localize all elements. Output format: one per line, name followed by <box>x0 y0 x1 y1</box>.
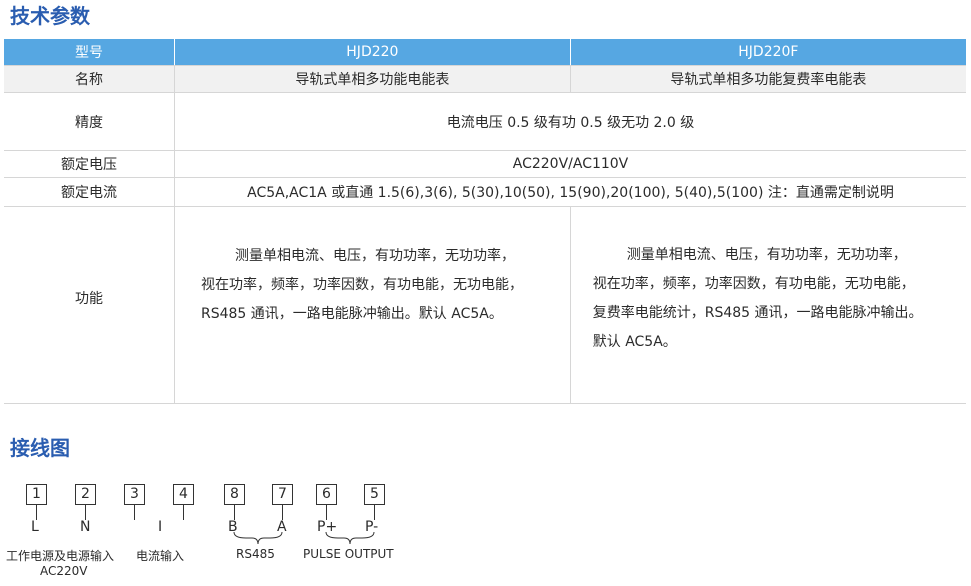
rs485-brace <box>233 531 283 545</box>
current-label: 额定电流 <box>4 177 175 207</box>
terminal-5: 5 <box>364 484 385 505</box>
voltage-row: 额定电压 AC220V/AC110V <box>4 150 966 178</box>
wire-7 <box>282 504 283 520</box>
terminal-4: 4 <box>173 484 194 505</box>
accuracy-label: 精度 <box>4 92 175 151</box>
function-col2-line3: 复费率电能统计，RS485 通讯，一路电能脉冲输出。 <box>592 305 923 321</box>
wire-4 <box>183 504 184 520</box>
terminal-3: 3 <box>124 484 145 505</box>
name-col2: 导轨式单相多功能复费率电能表 <box>570 65 966 93</box>
wire-5 <box>374 504 375 520</box>
wiring-section-title: 接线图 <box>10 436 70 460</box>
model-hjd220f: HJD220F <box>570 39 966 66</box>
pulse-output-label: PULSE OUTPUT <box>303 547 394 561</box>
voltage-label: 额定电压 <box>4 150 175 178</box>
function-col1-line3: RS485 通讯，一路电能脉冲输出。默认 AC5A。 <box>201 305 503 322</box>
rs485-label: RS485 <box>236 547 275 561</box>
function-row: 功能 测量单相电流、电压，有功功率，无功功率， 视在功率，频率，功率因数，有功电… <box>4 206 966 404</box>
accuracy-row: 精度 电流电压 0.5 级有功 0.5 级无功 2.0 级 <box>4 92 966 151</box>
function-col2-line4: 默认 AC5A。 <box>592 334 677 350</box>
table-header-row: 型号 HJD220 HJD220F <box>4 39 966 66</box>
function-label: 功能 <box>4 206 175 404</box>
function-col2-line1: 测量单相电流、电压，有功功率，无功功率， <box>626 247 907 263</box>
wiring-diagram: 1 2 3 4 8 7 6 5 L N I B A P+ P- 工作电源及电源输… <box>0 480 971 586</box>
model-label: 型号 <box>4 39 175 66</box>
terminal-6: 6 <box>316 484 337 505</box>
current-input-label: 电流输入 <box>136 549 185 563</box>
wire-3 <box>134 504 135 520</box>
function-col1-line1: 测量单相电流、电压，有功功率，无功功率， <box>235 247 515 264</box>
function-col2: 测量单相电流、电压，有功功率，无功功率， 视在功率，频率，功率因数，有功电能，无… <box>570 206 966 404</box>
terminal-7: 7 <box>272 484 293 505</box>
wire-8 <box>234 504 235 520</box>
wire-1 <box>36 504 37 520</box>
function-col1-line2: 视在功率，频率，功率因数，有功电能，无功电能， <box>201 276 523 293</box>
accuracy-value: 电流电压 0.5 级有功 0.5 级无功 2.0 级 <box>174 92 966 151</box>
spec-table: 型号 HJD220 HJD220F 名称 导轨式单相多功能电能表 导轨式单相多功… <box>4 39 966 404</box>
name-col1: 导轨式单相多功能电能表 <box>174 65 571 93</box>
terminal-8: 8 <box>224 484 245 505</box>
voltage-value: AC220V/AC110V <box>174 150 966 178</box>
current-row: 额定电流 AC5A,AC1A 或直通 1.5(6),3(6), 5(30),10… <box>4 177 966 207</box>
power-input-label: 工作电源及电源输入 <box>6 549 115 563</box>
function-col1: 测量单相电流、电压，有功功率，无功功率， 视在功率，频率，功率因数，有功电能，无… <box>174 206 571 404</box>
wire-6 <box>326 504 327 520</box>
terminal-2: 2 <box>75 484 96 505</box>
terminal-1: 1 <box>26 484 47 505</box>
model-hjd220: HJD220 <box>174 39 571 66</box>
wire-2 <box>85 504 86 520</box>
name-label: 名称 <box>4 65 175 93</box>
current-value: AC5A,AC1A 或直通 1.5(6),3(6), 5(30),10(50),… <box>174 177 966 207</box>
power-voltage-label: AC220V <box>40 564 88 578</box>
pulse-brace <box>325 531 375 545</box>
specs-section-title: 技术参数 <box>10 4 90 28</box>
function-col2-line2: 视在功率，频率，功率因数，有功电能，无功电能， <box>592 276 915 292</box>
name-row: 名称 导轨式单相多功能电能表 导轨式单相多功能复费率电能表 <box>4 65 966 93</box>
